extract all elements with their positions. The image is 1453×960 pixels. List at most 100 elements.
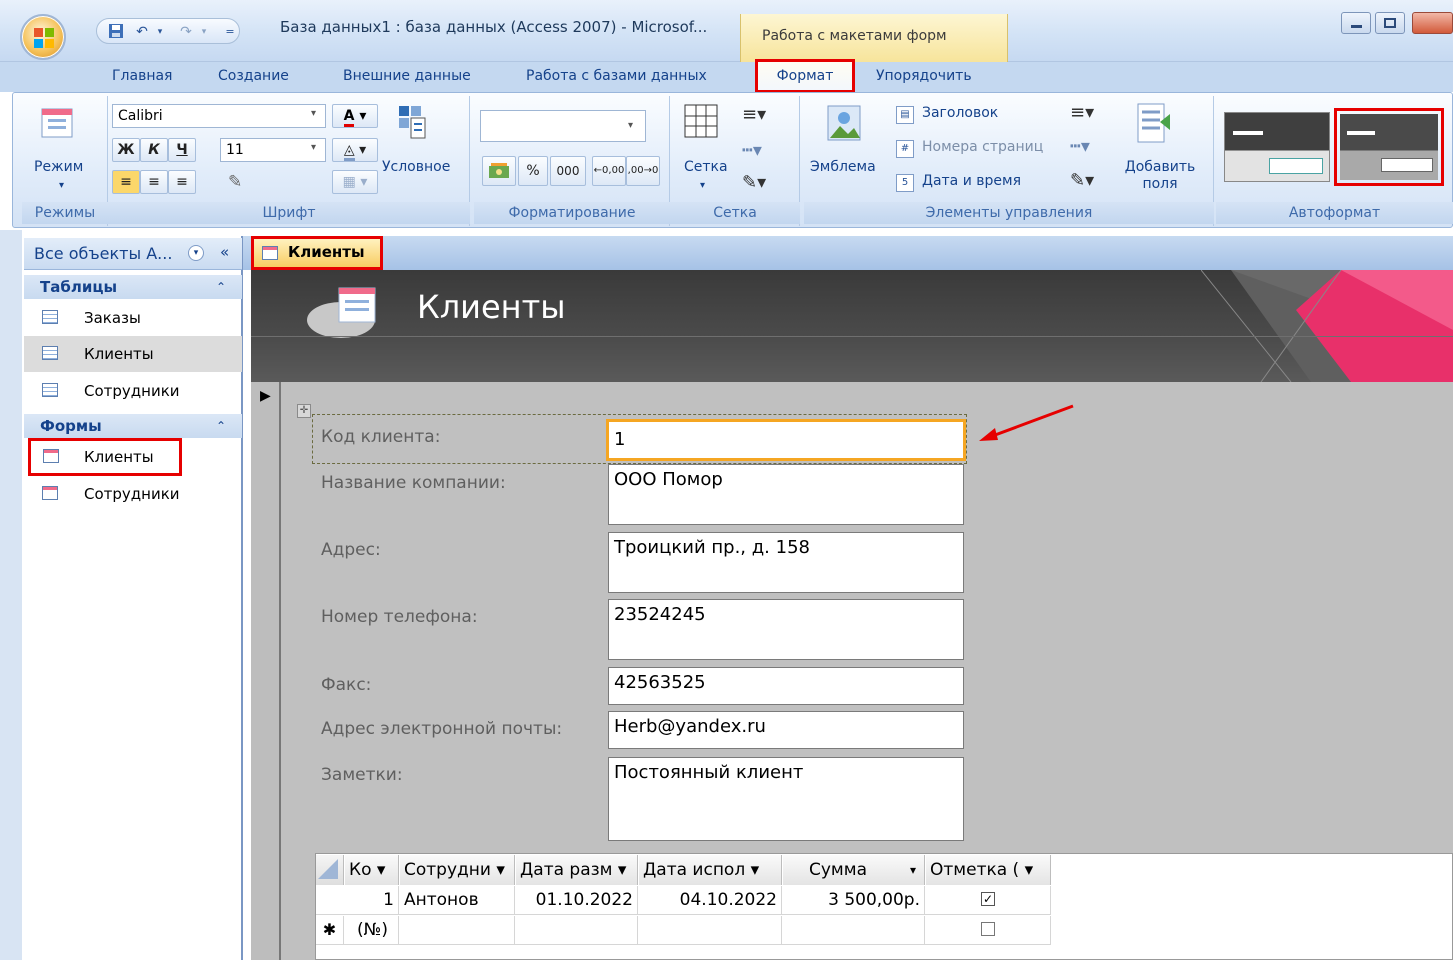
- align-right-button[interactable]: ≡: [168, 170, 196, 194]
- number-format-dropdown-icon[interactable]: ▾: [628, 120, 633, 131]
- column-header-id[interactable]: Ко ▾: [345, 855, 399, 885]
- field-client-id[interactable]: 1: [606, 419, 966, 461]
- cell-sum[interactable]: 3 500,00р.: [783, 886, 925, 914]
- nav-menu-dropdown-icon[interactable]: ▾: [188, 245, 204, 261]
- undo-icon[interactable]: ↶: [133, 23, 151, 41]
- cell-mark[interactable]: ✓: [926, 886, 1051, 914]
- checkbox-checked[interactable]: ✓: [981, 892, 995, 906]
- cell-date-done[interactable]: 04.10.2022: [639, 886, 782, 914]
- gridlines-button[interactable]: Сетка: [684, 159, 728, 175]
- column-header-date-done[interactable]: Дата испол ▾: [639, 855, 782, 885]
- tab-home[interactable]: Главная: [112, 62, 172, 90]
- font-size-dropdown-icon[interactable]: ▾: [311, 142, 316, 153]
- nav-section-tables[interactable]: Таблицы ⌃: [24, 275, 242, 299]
- column-header-mark[interactable]: Отметка ( ▾: [926, 855, 1051, 885]
- align-center-button[interactable]: ≡: [140, 170, 168, 194]
- maximize-button[interactable]: [1375, 12, 1405, 34]
- format-painter-icon[interactable]: ✎: [228, 172, 250, 194]
- nav-header[interactable]: Все объекты А... ▾ «: [24, 238, 242, 270]
- border-color-icon[interactable]: ✎▾: [1070, 170, 1094, 191]
- select-all-corner[interactable]: [316, 855, 344, 885]
- customize-qat-icon[interactable]: =: [221, 23, 239, 41]
- decrease-decimals-button[interactable]: ,00→0: [626, 156, 660, 186]
- document-tab-clients[interactable]: Клиенты: [251, 236, 383, 270]
- column-header-sum[interactable]: Сумма ▾: [783, 855, 925, 885]
- close-button[interactable]: [1412, 12, 1453, 34]
- border-type-icon[interactable]: ┅▾: [1070, 136, 1090, 157]
- page-numbers-button[interactable]: Номера страниц: [922, 139, 1043, 155]
- border-width-icon[interactable]: ≡▾: [1070, 102, 1094, 123]
- line-width-icon[interactable]: ≡▾: [742, 104, 766, 125]
- align-left-button[interactable]: ≡: [112, 170, 140, 194]
- nav-item-table-clients[interactable]: Клиенты: [24, 336, 242, 372]
- view-mode-label[interactable]: Режим: [34, 159, 83, 175]
- column-header-date-placed[interactable]: Дата разм ▾: [516, 855, 638, 885]
- minimize-button[interactable]: [1341, 12, 1371, 34]
- tab-external-data[interactable]: Внешние данные: [343, 62, 471, 90]
- view-mode-dropdown-icon[interactable]: ▾: [59, 180, 64, 191]
- field-phone[interactable]: 23524245: [608, 599, 964, 660]
- font-name-dropdown-icon[interactable]: ▾: [311, 108, 316, 119]
- layout-selector-icon[interactable]: ✛: [297, 404, 311, 418]
- new-row-mark[interactable]: [926, 916, 1051, 944]
- nav-collapse-icon[interactable]: «: [220, 243, 229, 261]
- undo-dropdown-icon[interactable]: ▾: [151, 23, 169, 41]
- tab-format[interactable]: Формат: [755, 59, 855, 93]
- record-selector[interactable]: ▶: [251, 382, 281, 960]
- percent-button[interactable]: %: [518, 156, 548, 186]
- nav-item-table-employees[interactable]: Сотрудники: [24, 373, 242, 409]
- redo-icon[interactable]: ↷: [177, 23, 195, 41]
- increase-decimals-button[interactable]: ←0,00: [592, 156, 626, 186]
- logo-button[interactable]: Эмблема: [810, 159, 876, 175]
- add-fields-button[interactable]: Добавить поля: [1120, 159, 1200, 193]
- redo-dropdown-icon[interactable]: ▾: [195, 23, 213, 41]
- new-row-date-done[interactable]: [639, 916, 782, 944]
- nav-section-collapse-icon[interactable]: ⌃: [216, 414, 226, 438]
- autoformat-style-1[interactable]: [1224, 112, 1330, 182]
- save-icon[interactable]: [107, 23, 125, 41]
- new-row-sum[interactable]: [783, 916, 925, 944]
- font-color-button[interactable]: A ▾: [332, 104, 378, 128]
- nav-section-collapse-icon[interactable]: ⌃: [216, 275, 226, 299]
- nav-item-form-employees[interactable]: Сотрудники: [24, 476, 242, 512]
- number-format-combo[interactable]: [480, 110, 646, 142]
- thousands-button[interactable]: 000: [550, 156, 586, 186]
- field-notes[interactable]: Постоянный клиент: [608, 757, 964, 841]
- cell-date-placed[interactable]: 01.10.2022: [516, 886, 638, 914]
- autoformat-style-2[interactable]: [1334, 108, 1444, 186]
- conditional-format-button[interactable]: Условное: [382, 159, 450, 175]
- italic-button[interactable]: К: [140, 138, 168, 162]
- nav-section-forms[interactable]: Формы ⌃: [24, 414, 242, 438]
- date-time-button[interactable]: Дата и время: [922, 173, 1021, 189]
- gridline-color-button[interactable]: ▦ ▾: [332, 170, 378, 194]
- style1-field-mark: [1269, 158, 1323, 174]
- line-color-icon[interactable]: ✎▾: [742, 172, 766, 193]
- gridlines-dropdown-icon[interactable]: ▾: [700, 180, 705, 191]
- nav-item-table-orders[interactable]: Заказы: [24, 300, 242, 336]
- currency-button[interactable]: [482, 156, 516, 186]
- field-address[interactable]: Троицкий пр., д. 158: [608, 532, 964, 593]
- font-name-combo[interactable]: Calibri: [112, 104, 326, 128]
- column-header-employee[interactable]: Сотрудни ▾: [400, 855, 515, 885]
- checkbox-unchecked[interactable]: [981, 922, 995, 936]
- tab-arrange[interactable]: Упорядочить: [876, 62, 972, 90]
- underline-button[interactable]: Ч: [168, 138, 196, 162]
- new-row-employee[interactable]: [400, 916, 515, 944]
- new-row-date-placed[interactable]: [516, 916, 638, 944]
- nav-item-form-clients[interactable]: Клиенты: [28, 438, 182, 476]
- title-button[interactable]: Заголовок: [922, 105, 998, 121]
- cell-id[interactable]: 1: [345, 886, 399, 914]
- field-email[interactable]: Herb@yandex.ru: [608, 711, 964, 749]
- tab-create[interactable]: Создание: [218, 62, 289, 90]
- new-row-id[interactable]: (№): [345, 916, 399, 944]
- fill-color-button[interactable]: ◬ ▾: [332, 138, 378, 162]
- tab-database-tools[interactable]: Работа с базами данных: [526, 62, 707, 90]
- field-company[interactable]: ООО Помор: [608, 464, 964, 525]
- field-fax[interactable]: 42563525: [608, 667, 964, 705]
- office-button[interactable]: [20, 14, 66, 60]
- line-type-icon[interactable]: ┅▾: [742, 140, 762, 161]
- cell-employee[interactable]: Антонов: [400, 886, 515, 914]
- column-dropdown-icon[interactable]: ▾: [910, 855, 916, 885]
- group-controls-label: Элементы управления: [804, 202, 1214, 224]
- bold-button[interactable]: Ж: [112, 138, 140, 162]
